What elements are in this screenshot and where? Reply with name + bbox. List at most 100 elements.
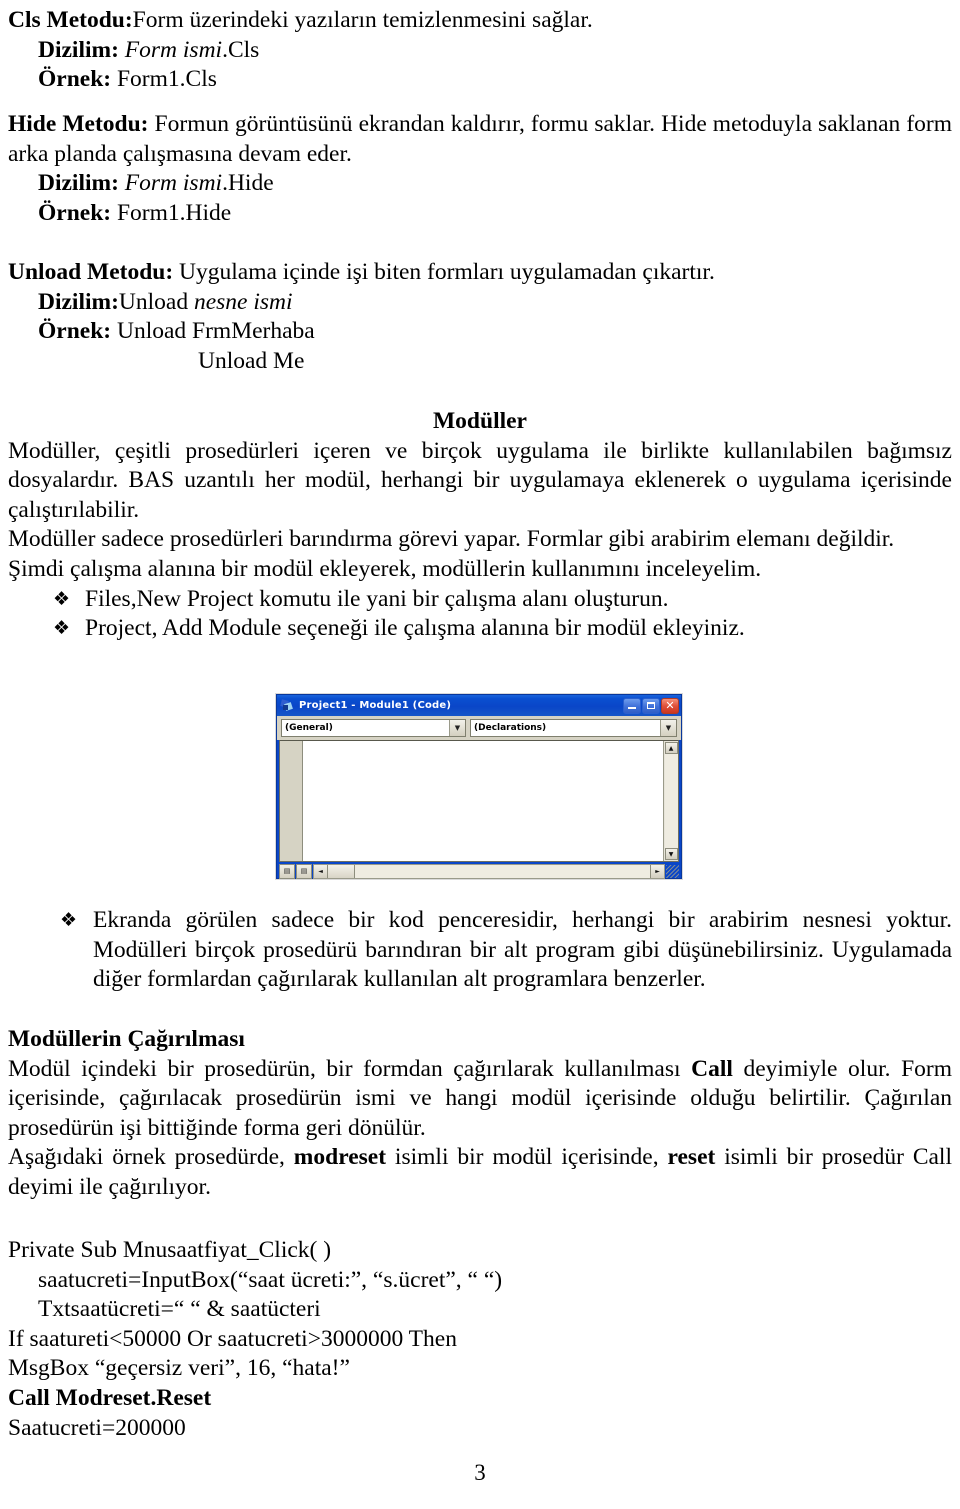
cagirilmasi-para-1: Modül içindeki bir prosedürün, bir formd… <box>8 1055 952 1144</box>
cls-dizilim-rest: .Cls <box>222 36 260 63</box>
scroll-right-icon[interactable]: ► <box>650 864 664 878</box>
vb-window-titlebar[interactable]: Project1 - Module1 (Code) ✕ <box>277 695 681 716</box>
code-line-2: saatucreti=InputBox(“saat ücreti:”, “s.ü… <box>38 1266 503 1293</box>
unload-dizilim-italic: nesne ismi <box>193 288 293 315</box>
cagirilmasi-call-keyword: Call <box>691 1055 733 1082</box>
cagirilmasi-para2-a: Aşağıdaki örnek prosedürde, <box>8 1144 294 1171</box>
list-item: ❖ Project, Add Module seçeneği ile çalışm… <box>8 614 952 644</box>
horizontal-scrollbar[interactable]: ◄ ► <box>313 863 665 879</box>
cls-dizilim-italic: Form ismi <box>118 36 223 63</box>
list-item-label: Project, Add Module seçeneği ile çalışma… <box>85 615 745 642</box>
unload-dizilim-label: Dizilim: <box>38 288 119 315</box>
cagirilmasi-heading: Modüllerin Çağırılması <box>8 1026 245 1052</box>
code-text-surface[interactable] <box>303 741 663 861</box>
moduller-heading: Modüller <box>433 408 527 434</box>
hide-dizilim-italic: Form ismi <box>118 170 223 197</box>
cls-title-bold: Cls Metodu: <box>8 7 133 33</box>
unload-ornek-label: Örnek: <box>38 318 112 345</box>
code-line-4: If saatureti<50000 Or saatucreti>3000000… <box>8 1325 457 1352</box>
section-code-listing: Private Sub Mnusaatfiyat_Click( ) saatuc… <box>8 1236 952 1443</box>
cls-ornek-rest: Form1.Cls <box>111 66 217 93</box>
hide-ornek-rest: Form1.Hide <box>111 199 232 226</box>
chevron-down-icon[interactable]: ▼ <box>660 720 676 736</box>
horizontal-scroll-thumb[interactable] <box>328 864 355 878</box>
cagirilmasi-para2-b: isimli bir modül içerisinde, <box>386 1144 668 1171</box>
unload-title-line: Unload Metodu: Uygulama içinde işi biten… <box>8 258 952 288</box>
code-line-3: Txtsaatücreti=“ “ & saatücteri <box>38 1296 321 1323</box>
close-icon[interactable]: ✕ <box>661 697 679 714</box>
hide-ornek-line: Örnek: Form1.Hide <box>8 199 952 229</box>
cls-ornek-line: Örnek: Form1.Cls <box>8 65 952 95</box>
moduller-para-1: Modüller, çeşitli prosedürleri içeren ve… <box>8 437 952 523</box>
list-item: ❖ Files,New Project komutu ile yani bir ç… <box>8 585 952 615</box>
section-unload: Unload Metodu: Uygulama içinde işi biten… <box>8 258 952 376</box>
diamond-bullet-icon: ❖ <box>60 909 78 931</box>
list-item: ❖ Ekranda görülen sadece bir kod penceres… <box>8 906 952 995</box>
unload-ornek-rest: Unload FrmMerhaba <box>111 318 315 345</box>
full-module-view-icon[interactable]: ▤ <box>296 863 312 879</box>
vb-combo-toolbar: (General) ▼ (Declarations) ▼ <box>277 716 681 740</box>
cls-dizilim-line: Dizilim: Form ismi.Cls <box>8 36 952 66</box>
hide-title-line: Hide Metodu: Formun görüntüsünü ekrandan… <box>8 110 952 169</box>
hide-title-bold: Hide Metodu: <box>8 111 149 137</box>
unload-title-rest: Uygulama içinde işi biten formları uygul… <box>173 259 715 285</box>
cagirilmasi-para-2: Aşağıdaki örnek prosedürde, modreset isi… <box>8 1143 952 1202</box>
code-line-6: Call Modreset.Reset <box>8 1384 212 1411</box>
scroll-up-icon[interactable]: ▲ <box>664 742 678 754</box>
hide-dizilim-rest: .Hide <box>222 170 274 197</box>
cls-title-rest: Form üzerindeki yazıların temizlenmesini… <box>132 7 593 33</box>
procedure-dropdown[interactable]: (Declarations) ▼ <box>470 719 677 737</box>
after-image-bullet-list: ❖ Ekranda görülen sadece bir kod penceres… <box>8 906 952 995</box>
object-dropdown-value: (General) <box>285 723 333 733</box>
diamond-bullet-icon: ❖ <box>53 587 71 610</box>
restore-button[interactable] <box>642 697 660 714</box>
section-moduller: Modüller Modüller, çeşitli prosedürleri … <box>8 407 952 644</box>
list-item-label: Ekranda görülen sadece bir kod penceresi… <box>93 907 952 993</box>
procedure-dropdown-value: (Declarations) <box>474 723 547 733</box>
cls-dizilim-label: Dizilim: <box>38 36 119 63</box>
vb-window-controls: ✕ <box>623 697 679 714</box>
procedure-view-icon[interactable]: ▤ <box>279 863 295 879</box>
vb-code-editor[interactable]: ▲ ▼ <box>279 740 679 862</box>
section-after-image: ❖ Ekranda görülen sadece bir kod penceres… <box>8 906 952 995</box>
diamond-bullet-icon: ❖ <box>53 617 71 640</box>
vb-window-title: Project1 - Module1 (Code) <box>299 700 452 711</box>
vertical-scrollbar[interactable]: ▲ ▼ <box>663 741 678 861</box>
code-margin-indicator-bar <box>280 741 303 861</box>
page-number: 3 <box>474 1460 486 1485</box>
cagirilmasi-para1-a: Modül içindeki bir prosedürün, bir formd… <box>8 1055 692 1082</box>
unload-dizilim-line: Dizilim:Unload nesne ismi <box>8 288 952 318</box>
document-page: Cls Metodu:Form üzerindeki yazıların tem… <box>0 0 960 1509</box>
code-line-1: Private Sub Mnusaatfiyat_Click( ) <box>8 1237 332 1263</box>
object-dropdown[interactable]: (General) ▼ <box>281 719 466 737</box>
vb-module-icon <box>280 698 295 713</box>
list-item-label: Files,New Project komutu ile yani bir ça… <box>85 585 669 612</box>
unload-dizilim-rest: Unload <box>118 288 194 315</box>
cls-title-line: Cls Metodu:Form üzerindeki yazıların tem… <box>8 6 952 36</box>
vb-code-window[interactable]: Project1 - Module1 (Code) ✕ (General) ▼ … <box>276 694 682 879</box>
unload-ornek-line: Örnek: Unload FrmMerhaba <box>8 317 952 347</box>
minimize-button[interactable] <box>623 697 641 714</box>
code-line-7: Saatucreti=200000 <box>8 1414 186 1441</box>
cls-ornek-label: Örnek: <box>38 66 112 93</box>
hide-dizilim-label: Dizilim: <box>38 170 119 197</box>
cagirilmasi-modreset-keyword: modreset <box>293 1144 387 1171</box>
hide-title-rest: Formun görüntüsünü ekrandan kaldırır, fo… <box>8 111 952 167</box>
scroll-down-icon[interactable]: ▼ <box>664 848 678 860</box>
section-cls: Cls Metodu:Form üzerindeki yazıların tem… <box>8 6 952 95</box>
hide-ornek-label: Örnek: <box>38 199 112 226</box>
chevron-down-icon[interactable]: ▼ <box>449 720 465 736</box>
scroll-left-icon[interactable]: ◄ <box>314 864 328 878</box>
moduller-para-3: Şimdi çalışma alanına bir modül ekleyere… <box>8 555 762 582</box>
cagirilmasi-reset-keyword: reset <box>667 1144 716 1171</box>
code-line-5: MsgBox “geçersiz veri”, 16, “hata!” <box>8 1355 350 1382</box>
moduller-para-2: Modüller sadece prosedürleri barındırma … <box>8 526 895 553</box>
section-cagirilmasi: Modüllerin Çağırılması Modül içindeki bi… <box>8 1025 952 1203</box>
resize-grip-icon[interactable] <box>666 864 679 878</box>
vb-bottom-bar: ▤ ▤ ◄ ► <box>279 863 679 879</box>
unload-ornek-line2: Unload Me <box>198 347 305 374</box>
section-hide: Hide Metodu: Formun görüntüsünü ekrandan… <box>8 110 952 228</box>
horizontal-scroll-track[interactable] <box>355 864 650 878</box>
vertical-scroll-track[interactable] <box>664 754 678 848</box>
moduller-bullet-list: ❖ Files,New Project komutu ile yani bir ç… <box>8 585 952 644</box>
